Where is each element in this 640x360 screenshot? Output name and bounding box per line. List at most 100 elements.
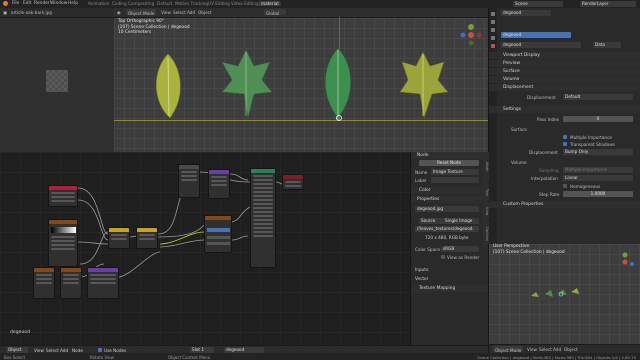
node-field[interactable] bbox=[207, 242, 230, 245]
node-color-ramp[interactable] bbox=[48, 219, 78, 267]
mode-dropdown[interactable]: Object Mode bbox=[126, 9, 156, 16]
menu-object[interactable]: Object bbox=[198, 10, 212, 15]
transparent-shadows-checkbox[interactable] bbox=[563, 142, 567, 146]
interpolation-dropdown[interactable]: Linear bbox=[563, 175, 633, 181]
node-field[interactable] bbox=[207, 236, 230, 239]
leaf-object-1[interactable] bbox=[148, 52, 188, 120]
viewport2-menu-select[interactable]: Select bbox=[539, 347, 552, 352]
node-texture-coordinate[interactable] bbox=[48, 185, 78, 207]
scene-selector[interactable]: Scene bbox=[513, 1, 563, 7]
image-preview[interactable] bbox=[46, 70, 68, 92]
tab-motion-tracking[interactable]: Motion Tracking bbox=[175, 1, 208, 6]
step-rate-field[interactable]: 1.0000 bbox=[563, 191, 633, 197]
section-preview[interactable]: Preview bbox=[489, 60, 640, 67]
node-normal-map[interactable] bbox=[208, 169, 230, 199]
homogeneous-checkbox[interactable] bbox=[563, 184, 567, 188]
node-material-output[interactable] bbox=[282, 174, 304, 190]
properties-section[interactable]: Properties bbox=[411, 196, 488, 203]
color-space-dropdown[interactable]: sRGB bbox=[441, 246, 479, 252]
zoom-icon[interactable] bbox=[476, 52, 482, 58]
viewport2-menu-add[interactable]: Add bbox=[553, 347, 561, 352]
tab-view[interactable]: View bbox=[483, 202, 489, 220]
view-layer-selector[interactable]: RenderLayer bbox=[580, 1, 636, 7]
view-as-render-checkbox[interactable] bbox=[441, 255, 445, 259]
material-tab-icon[interactable] bbox=[491, 44, 495, 48]
surface-subsection[interactable]: Surface bbox=[489, 126, 640, 133]
section-displacement[interactable]: Displacement bbox=[489, 84, 640, 91]
node-name-field[interactable]: Image Texture bbox=[431, 169, 479, 175]
section-surface[interactable]: Surface bbox=[489, 68, 640, 75]
menu-window[interactable]: Window bbox=[50, 1, 67, 6]
image-filename[interactable]: article-oak-bark.jpg bbox=[11, 10, 52, 15]
multiple-importance-checkbox[interactable] bbox=[563, 135, 567, 139]
editor-type-icon[interactable]: ◉ bbox=[117, 10, 121, 15]
menu-file[interactable]: File bbox=[12, 1, 19, 6]
scene-tab-icon[interactable] bbox=[491, 36, 495, 40]
leaf-object-3[interactable] bbox=[318, 46, 358, 122]
data-button[interactable]: Data bbox=[593, 42, 621, 48]
tab-compositing[interactable]: Compositing bbox=[128, 1, 154, 6]
color-section[interactable]: Color bbox=[411, 187, 488, 194]
displacement-method-dropdown[interactable]: Bump Only bbox=[563, 149, 633, 155]
node-image-texture-b[interactable] bbox=[60, 267, 82, 299]
render-tab-icon[interactable] bbox=[491, 20, 495, 24]
sampling-dropdown[interactable]: Multiple Importance bbox=[563, 167, 633, 173]
material-datablock[interactable]: degeood bbox=[501, 42, 581, 48]
viewport2-menu-view[interactable]: View bbox=[527, 347, 537, 352]
object-name-field[interactable]: degeood bbox=[501, 10, 551, 16]
shader-node-editor[interactable]: degeood bbox=[0, 152, 410, 353]
transform-orientation[interactable]: Global bbox=[264, 9, 286, 16]
tab-tool[interactable]: Tool bbox=[483, 183, 489, 201]
3d-viewport[interactable]: ◉ Object Mode View Select Add Object Glo… bbox=[114, 8, 488, 152]
use-nodes-checkbox[interactable] bbox=[98, 348, 102, 352]
menu-add[interactable]: Add bbox=[187, 10, 195, 15]
texture-mapping-section[interactable]: Texture Mapping bbox=[411, 285, 488, 292]
tab-default[interactable]: Default bbox=[157, 1, 172, 6]
menu-select[interactable]: Select bbox=[173, 10, 186, 15]
tab-video-editing[interactable]: Video Editing bbox=[231, 1, 259, 6]
image-datablock[interactable]: degeood.jpg bbox=[415, 206, 479, 212]
node-bump[interactable] bbox=[178, 164, 200, 198]
node-section[interactable]: Node bbox=[411, 152, 488, 159]
displacement-dropdown[interactable]: Default bbox=[563, 94, 633, 100]
node-mapping[interactable] bbox=[87, 267, 119, 299]
source-button[interactable]: Source bbox=[419, 218, 443, 224]
node-label-field[interactable] bbox=[431, 177, 479, 183]
menu-edit[interactable]: Edit bbox=[23, 1, 32, 6]
pan-icon[interactable] bbox=[476, 62, 482, 68]
leaf-object-4[interactable] bbox=[396, 50, 450, 120]
output-tab-icon[interactable] bbox=[491, 28, 495, 32]
node-image-texture-main[interactable] bbox=[204, 215, 232, 253]
navigation-gizmo[interactable] bbox=[458, 22, 484, 48]
tab-animation[interactable]: Animation bbox=[88, 1, 109, 6]
leaves-perspective[interactable] bbox=[527, 284, 597, 306]
viewport2-menu-object[interactable]: Object bbox=[564, 347, 578, 352]
leaf-object-2[interactable] bbox=[218, 48, 274, 120]
volume-subsection[interactable]: Volume bbox=[489, 159, 640, 166]
material-slot[interactable]: degeood bbox=[501, 32, 571, 38]
3d-cursor-icon[interactable] bbox=[336, 115, 342, 121]
navigation-gizmo-2[interactable] bbox=[615, 252, 635, 272]
tab-material[interactable]: material bbox=[258, 1, 282, 6]
3d-viewport-perspective[interactable]: User Perspective (107) Scene Collection … bbox=[488, 244, 640, 353]
tab-uv-editing[interactable]: UV Editing bbox=[208, 1, 230, 6]
camera-view-icon[interactable] bbox=[476, 72, 482, 78]
blender-logo-icon[interactable] bbox=[3, 1, 8, 6]
tab-node[interactable]: Node bbox=[483, 152, 489, 182]
section-settings[interactable]: Settings bbox=[489, 106, 640, 113]
menu-help[interactable]: Help bbox=[68, 1, 78, 6]
section-viewport-display[interactable]: Viewport Display bbox=[489, 52, 640, 59]
menu-view[interactable]: View bbox=[161, 10, 171, 15]
menu-render[interactable]: Render bbox=[34, 1, 50, 6]
node-mix-a[interactable] bbox=[108, 227, 130, 249]
section-volume[interactable]: Volume bbox=[489, 76, 640, 83]
section-custom-properties[interactable]: Custom Properties bbox=[489, 201, 640, 208]
single-image-dropdown[interactable]: Single Image bbox=[443, 218, 479, 224]
image-editor-type-icon[interactable]: ▣ bbox=[3, 10, 7, 15]
tool-tab-icon[interactable] bbox=[491, 12, 495, 16]
filepath-field[interactable]: //leaves_textures\degeood. bbox=[415, 226, 479, 232]
pass-index-field[interactable]: 0 bbox=[563, 116, 633, 122]
tab-coding[interactable]: Coding bbox=[112, 1, 127, 6]
node-mix-b[interactable] bbox=[136, 227, 158, 249]
viewport2-mode-dropdown[interactable]: Object Mode bbox=[493, 346, 523, 353]
